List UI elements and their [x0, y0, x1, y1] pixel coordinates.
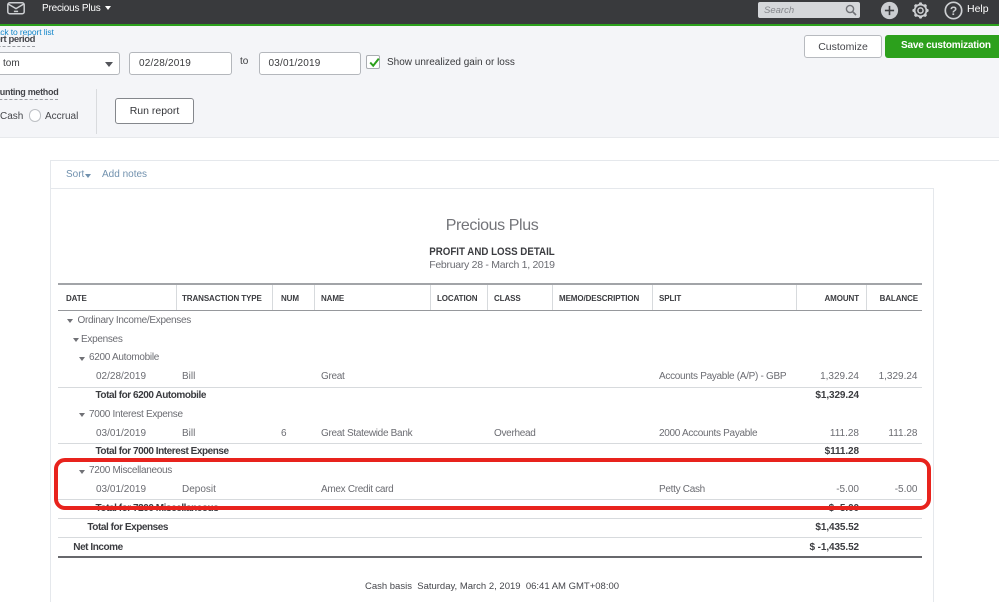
svg-text:?: ? — [950, 3, 957, 17]
